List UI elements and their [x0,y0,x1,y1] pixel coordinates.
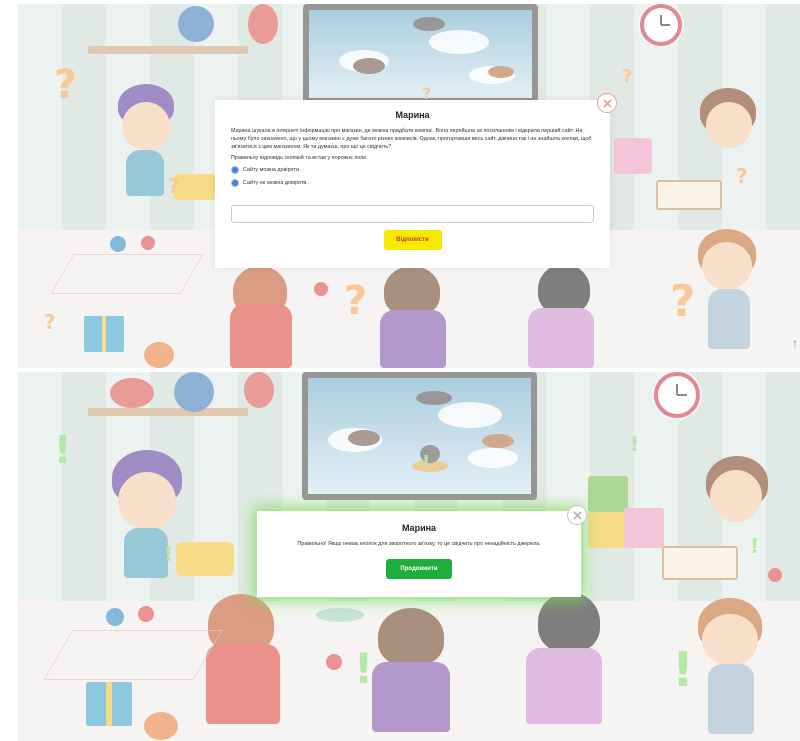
feedback-message: Правильно! Якщо немає кнопок для зворотн… [297,541,541,547]
question-text: Марина шукала в інтернеті інформацію про… [231,128,592,150]
feedback-screen: ! ! ! ! ! ! ! Марина Правильно! Якщо нем… [18,372,800,741]
option-label: Сайту можна довіряти. [243,167,301,174]
radio-icon[interactable] [231,179,239,188]
dialog-title: Марина [401,523,437,533]
dialog-title: Марина [395,110,430,120]
feedback-dialog: Марина Правильно! Якщо немає кнопок для … [257,511,581,597]
answer-input[interactable] [231,205,594,224]
instruction-text: Правильну відповідь скопіюй та встав у п… [231,155,368,162]
question-dialog: Марина Марина шукала в інтернеті інформа… [215,100,610,268]
option-label: Сайту не можна довіряти. [243,180,308,187]
answer-option-trust[interactable]: Сайту можна довіряти. [231,166,594,175]
submit-answer-button[interactable]: Відповісти [383,230,442,251]
question-screen: ? ? ? ? ? ? ? ? Марина Марина шукала в і… [18,4,800,368]
close-icon [572,510,582,520]
close-dialog-button[interactable] [567,505,587,525]
answer-option-distrust[interactable]: Сайту не можна довіряти. [231,179,594,188]
close-icon [602,98,612,108]
continue-button[interactable]: Продовжити [386,558,452,579]
scroll-arrow-icon[interactable]: ↑ [792,336,798,350]
radio-icon[interactable] [231,166,239,175]
close-dialog-button[interactable] [597,93,617,113]
